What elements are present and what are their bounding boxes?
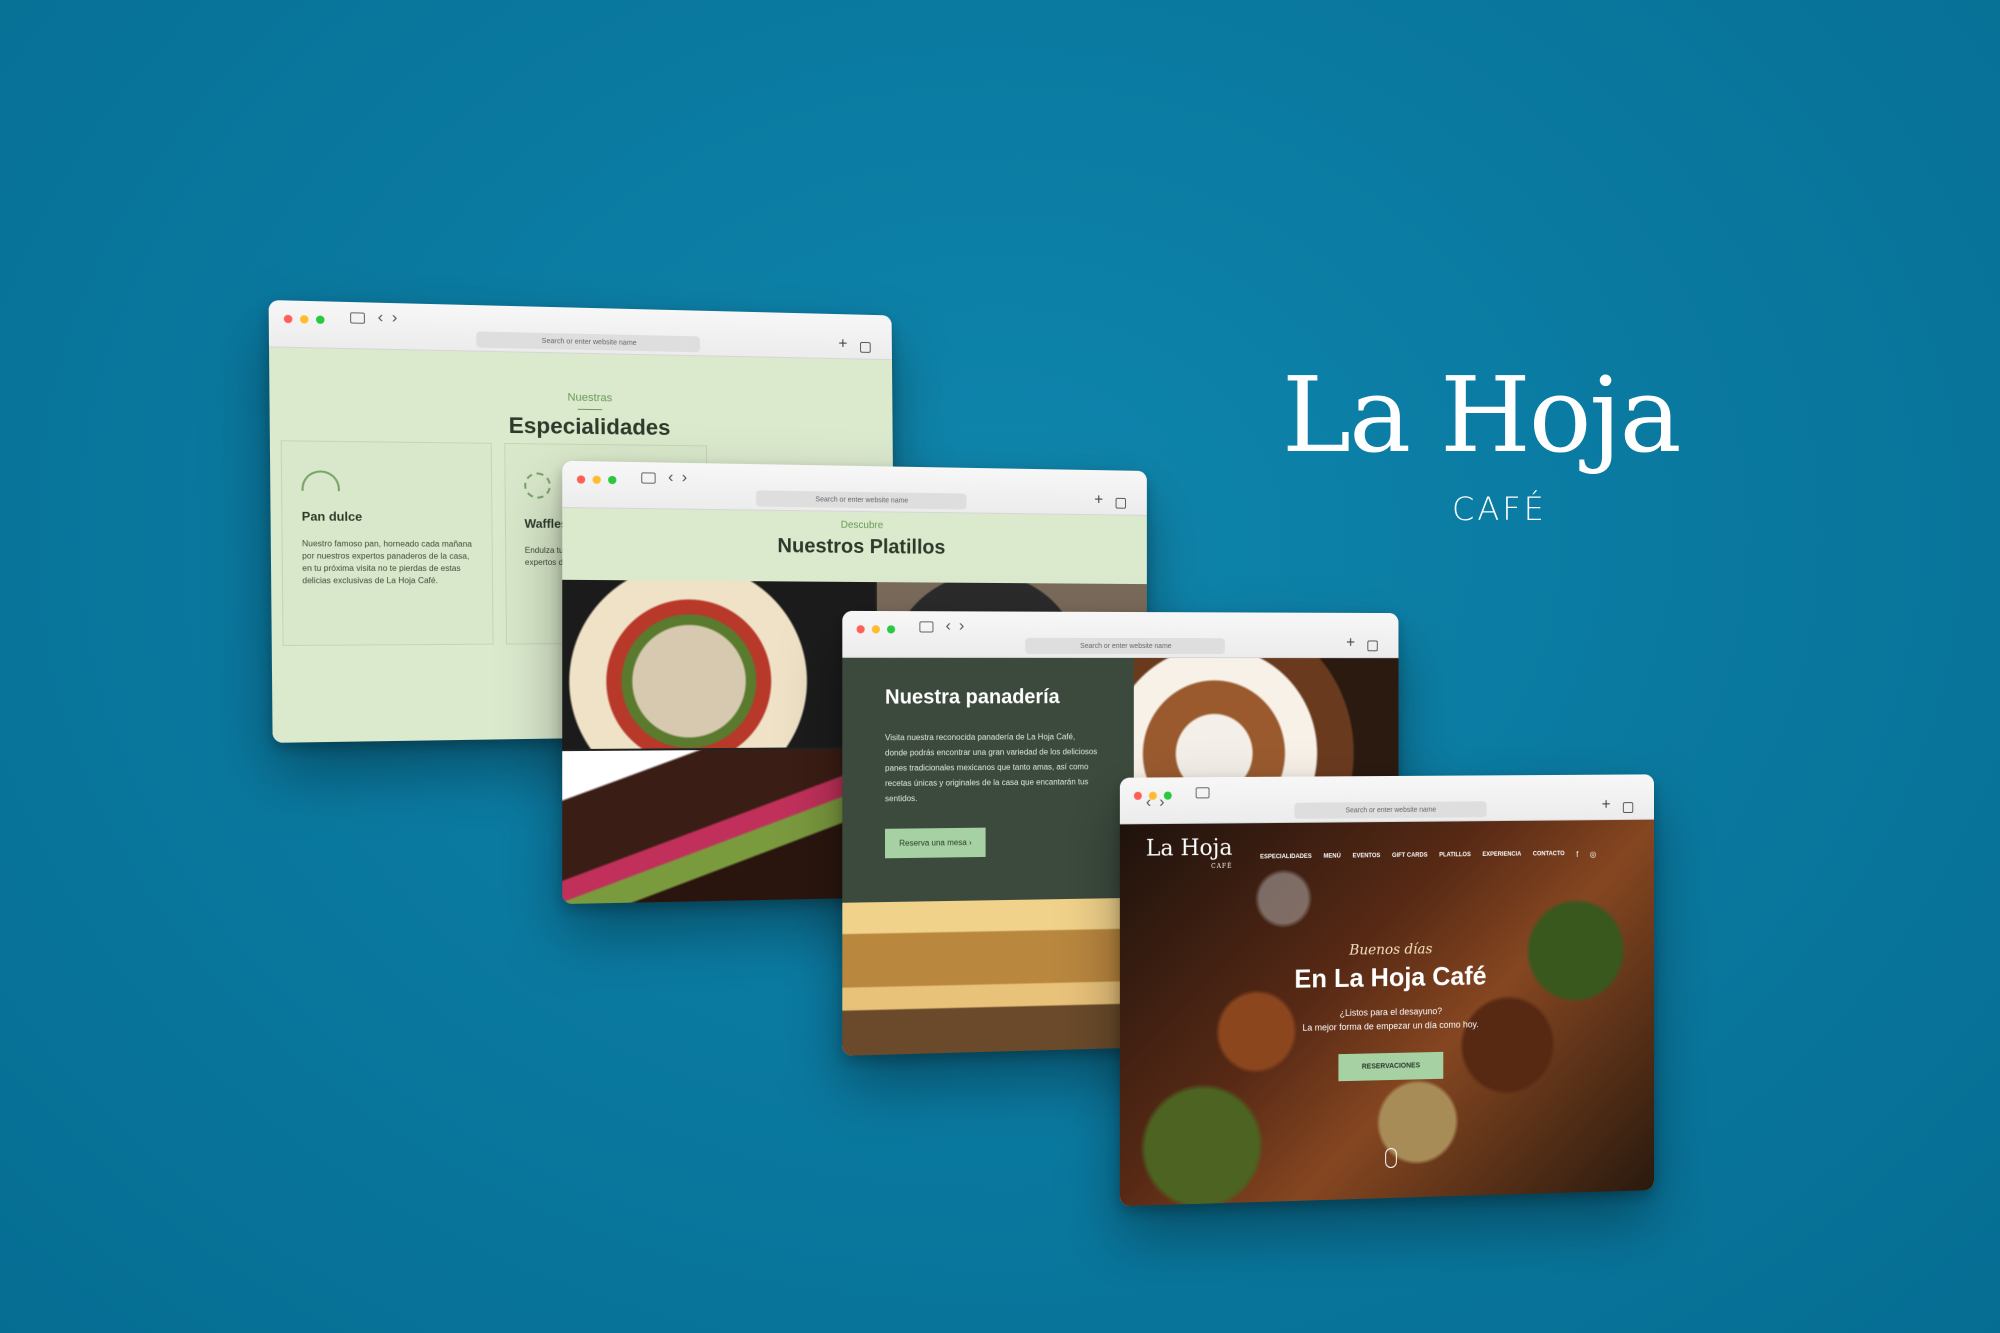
address-bar[interactable]: Search or enter website name — [1025, 637, 1226, 655]
sidebar-toggle-icon[interactable] — [919, 621, 934, 633]
section-eyebrow: Descubre — [840, 519, 884, 532]
site-logo[interactable]: La Hoja CAFÉ — [1146, 836, 1233, 877]
new-tab-icon[interactable]: + — [1094, 492, 1103, 510]
reserve-table-button[interactable]: Reserva una mesa › — [885, 827, 986, 859]
nav-eventos[interactable]: EVENTOS — [1353, 853, 1381, 859]
instagram-icon[interactable]: ◎ — [1590, 849, 1597, 858]
close-dot-icon[interactable] — [576, 475, 586, 484]
zoom-dot-icon[interactable] — [315, 315, 325, 324]
hero-subtitle: ¿Listos para el desayuno? La mejor forma… — [1120, 1000, 1654, 1039]
site-nav: La Hoja CAFÉ ESPECIALIDADES MENÚ EVENTOS … — [1120, 835, 1654, 877]
back-forward-icon[interactable]: ‹› — [378, 309, 406, 328]
section-body: Visita nuestra reconocida panadería de L… — [885, 732, 1098, 804]
section-heading: Nuestra panadería — [885, 686, 1060, 709]
browser-toolbar: ‹› Search or enter website name + — [842, 610, 1399, 659]
hero-title: En La Hoja Café — [1294, 960, 1487, 994]
tabs-overview-icon[interactable] — [1115, 497, 1127, 509]
sidebar-toggle-icon[interactable] — [641, 472, 656, 484]
address-bar[interactable]: Search or enter website name — [476, 331, 701, 353]
back-forward-icon[interactable]: ‹› — [668, 469, 695, 488]
tabs-overview-icon[interactable] — [860, 341, 871, 353]
new-tab-icon[interactable]: + — [1346, 635, 1355, 653]
dish-photo[interactable] — [562, 579, 875, 750]
hero-text: Buenos días En La Hoja Café ¿Listos para… — [1120, 938, 1654, 1087]
waffle-icon — [524, 472, 551, 499]
brand-logo: La Hoja CAFÉ — [1282, 354, 1682, 528]
minimize-dot-icon[interactable] — [871, 625, 880, 634]
back-forward-icon[interactable]: ‹› — [946, 617, 973, 635]
croissant-icon — [301, 470, 340, 492]
brand-subtitle: CAFÉ — [1452, 490, 1547, 528]
specialty-card[interactable]: Pan dulce Nuestro famoso pan, horneado c… — [280, 440, 494, 647]
minimize-dot-icon[interactable] — [592, 475, 601, 484]
close-dot-icon[interactable] — [283, 314, 293, 324]
card-description: Nuestro famoso pan, horneado cada mañana… — [301, 539, 472, 586]
tabs-overview-icon[interactable] — [1367, 640, 1378, 652]
scroll-mouse-icon[interactable] — [1385, 1147, 1397, 1169]
close-dot-icon[interactable] — [856, 625, 865, 634]
back-forward-icon[interactable]: ‹› — [1120, 790, 1654, 812]
browser-window-home: ‹› Search or enter website name + La Hoj… — [1119, 774, 1654, 1207]
sidebar-toggle-icon[interactable] — [350, 312, 366, 324]
card-title: Pan dulce — [301, 509, 363, 524]
mockup-stage: ‹› Search or enter website name + Nuestr… — [0, 0, 2000, 1333]
hero-section: La Hoja CAFÉ ESPECIALIDADES MENÚ EVENTOS … — [1119, 819, 1654, 1207]
section-eyebrow: Nuestras — [567, 391, 613, 405]
nav-menu[interactable]: MENÚ — [1324, 854, 1341, 860]
reservations-button[interactable]: RESERVACIONES — [1338, 1051, 1444, 1082]
browser-toolbar: ‹› Search or enter website name + — [562, 460, 1147, 516]
nav-experiencia[interactable]: EXPERIENCIA — [1482, 852, 1521, 858]
nav-especialidades[interactable]: ESPECIALIDADES — [1260, 854, 1312, 861]
nav-contacto[interactable]: CONTACTO — [1533, 851, 1565, 857]
panaderia-panel: Nuestra panadería Visita nuestra reconoc… — [842, 657, 1134, 903]
zoom-dot-icon[interactable] — [608, 475, 617, 485]
minimize-dot-icon[interactable] — [299, 315, 309, 324]
section-heading: Especialidades — [508, 412, 671, 440]
address-bar[interactable]: Search or enter website name — [755, 490, 967, 510]
facebook-icon[interactable]: f — [1576, 850, 1578, 859]
nav-platillos[interactable]: PLATILLOS — [1439, 852, 1471, 858]
dish-photo[interactable] — [562, 749, 875, 905]
brand-name: La Hoja — [1282, 354, 1682, 476]
new-tab-icon[interactable]: + — [838, 336, 847, 354]
browser-toolbar: ‹› Search or enter website name + — [1119, 774, 1654, 825]
nav-gift-cards[interactable]: GIFT CARDS — [1392, 853, 1428, 859]
divider — [577, 408, 603, 411]
zoom-dot-icon[interactable] — [887, 625, 896, 634]
dining-room-photo — [842, 897, 1134, 1056]
section-heading: Nuestros Platillos — [777, 535, 946, 559]
